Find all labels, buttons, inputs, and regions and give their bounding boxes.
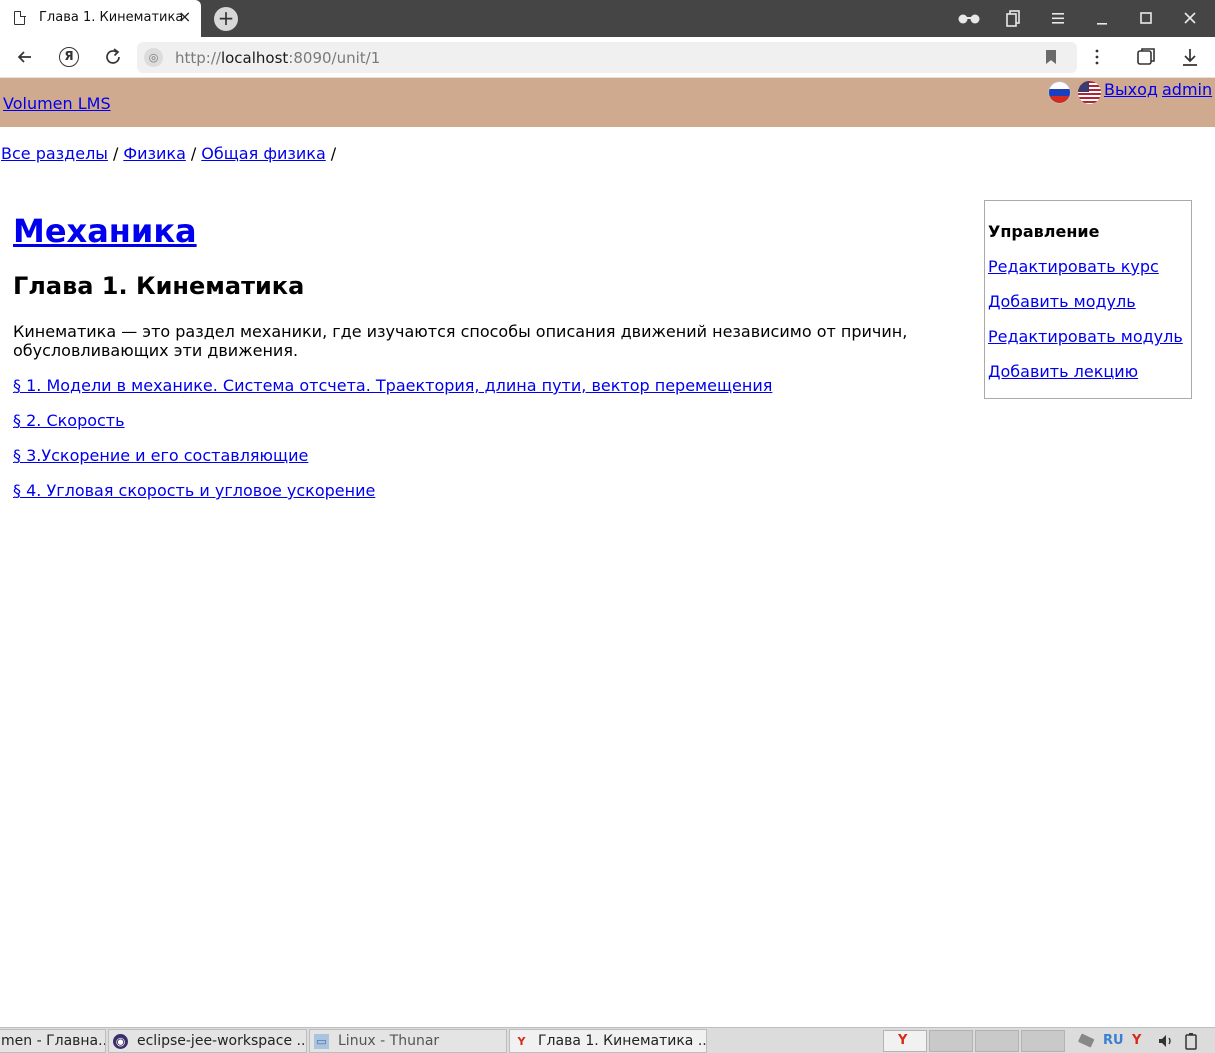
tabs-icon[interactable]	[1002, 7, 1026, 35]
yandex-tray-icon[interactable]: Y	[1132, 1031, 1141, 1051]
browser-tab[interactable]: Глава 1. Кинематика ×	[0, 0, 201, 37]
lecture-link-2[interactable]: § 2. Скорость	[13, 411, 125, 430]
workspace-4[interactable]	[1021, 1030, 1065, 1052]
edit-course-link[interactable]: Редактировать курс	[988, 257, 1159, 276]
maximize-icon[interactable]	[1134, 7, 1158, 35]
management-panel: Управление Редактировать курс Добавить м…	[984, 200, 1192, 399]
breadcrumb-separator: /	[330, 144, 337, 163]
reader-glasses-icon[interactable]	[957, 7, 981, 35]
document-icon	[14, 10, 26, 25]
keyboard-layout-indicator[interactable]: RU	[1103, 1031, 1124, 1051]
collections-icon[interactable]	[1134, 45, 1158, 69]
breadcrumb-item-physics[interactable]: Физика	[123, 144, 186, 163]
breadcrumb-separator: /	[112, 144, 119, 163]
menu-icon[interactable]	[1046, 7, 1070, 35]
add-lecture-link[interactable]: Добавить лекцию	[988, 362, 1138, 381]
new-tab-button[interactable]: +	[214, 7, 238, 31]
workspace-2[interactable]	[929, 1030, 973, 1052]
site-header: Volumen LMS Выход admin	[0, 78, 1215, 127]
management-title: Управление	[988, 222, 1100, 241]
taskbar-task-browser[interactable]: Y Глава 1. Кинематика ...	[509, 1029, 707, 1053]
russian-flag-icon[interactable]	[1048, 81, 1071, 104]
yandex-browser-icon: Y	[898, 1033, 908, 1048]
breadcrumb-item-general-physics[interactable]: Общая физика	[201, 144, 326, 163]
taskbar-task-eclipse[interactable]: ◉ eclipse-jee-workspace ...	[108, 1029, 307, 1053]
tab-title: Глава 1. Кинематика	[39, 10, 184, 25]
lecture-link-4[interactable]: § 4. Угловая скорость и угловое ускорени…	[13, 481, 375, 500]
volume-icon[interactable]	[1157, 1031, 1175, 1053]
user-link[interactable]: admin	[1162, 80, 1212, 99]
chapter-description: Кинематика — это раздел механики, где из…	[13, 322, 908, 360]
tab-bar: Глава 1. Кинематика × +	[0, 0, 1215, 37]
more-icon[interactable]	[1085, 45, 1109, 69]
download-icon[interactable]	[1178, 45, 1202, 69]
workspace-1[interactable]: Y	[883, 1030, 927, 1052]
network-icon[interactable]	[1076, 1031, 1096, 1053]
address-bar[interactable]: ◎ http://localhost:8090/unit/1	[137, 42, 1077, 73]
battery-icon[interactable]	[1184, 1031, 1198, 1053]
breadcrumb-item-all-sections[interactable]: Все разделы	[1, 144, 108, 163]
navigation-bar: Я ◎ http://localhost:8090/unit/1	[0, 37, 1215, 78]
us-flag-icon[interactable]	[1078, 81, 1101, 104]
site-info-icon[interactable]: ◎	[144, 48, 163, 67]
yandex-browser-icon: Y	[517, 1035, 526, 1048]
add-module-link[interactable]: Добавить модуль	[988, 292, 1136, 311]
tab-close-icon[interactable]: ×	[178, 8, 191, 26]
reload-icon[interactable]	[101, 45, 125, 69]
close-icon[interactable]	[1178, 7, 1202, 35]
logout-link[interactable]: Выход	[1104, 80, 1158, 99]
bookmark-icon[interactable]	[1046, 50, 1056, 64]
course-title-link[interactable]: Механика	[13, 212, 197, 250]
minimize-icon[interactable]	[1090, 7, 1114, 35]
lecture-link-1[interactable]: § 1. Модели в механике. Система отсчета.…	[13, 376, 772, 395]
lecture-link-3[interactable]: § 3.Ускорение и его составляющие	[13, 446, 308, 465]
workspace-3[interactable]	[975, 1030, 1019, 1052]
yandex-icon[interactable]: Я	[59, 47, 79, 67]
eclipse-icon: ◉	[113, 1034, 128, 1049]
chapter-title: Глава 1. Кинематика	[13, 272, 305, 300]
folder-icon: ▭	[314, 1034, 329, 1049]
breadcrumb: Все разделы / Физика / Общая физика /	[1, 144, 341, 163]
edit-module-link[interactable]: Редактировать модуль	[988, 327, 1183, 346]
brand-link[interactable]: Volumen LMS	[3, 94, 111, 113]
back-icon[interactable]	[13, 45, 37, 69]
breadcrumb-separator: /	[190, 144, 197, 163]
url-text[interactable]: http://localhost:8090/unit/1	[175, 49, 380, 67]
taskbar-task-thunar[interactable]: ▭ Linux - Thunar	[309, 1029, 507, 1053]
taskbar-task-1[interactable]: men - Главна...	[0, 1029, 106, 1053]
taskbar: men - Главна... ◉ eclipse-jee-workspace …	[0, 1027, 1215, 1053]
